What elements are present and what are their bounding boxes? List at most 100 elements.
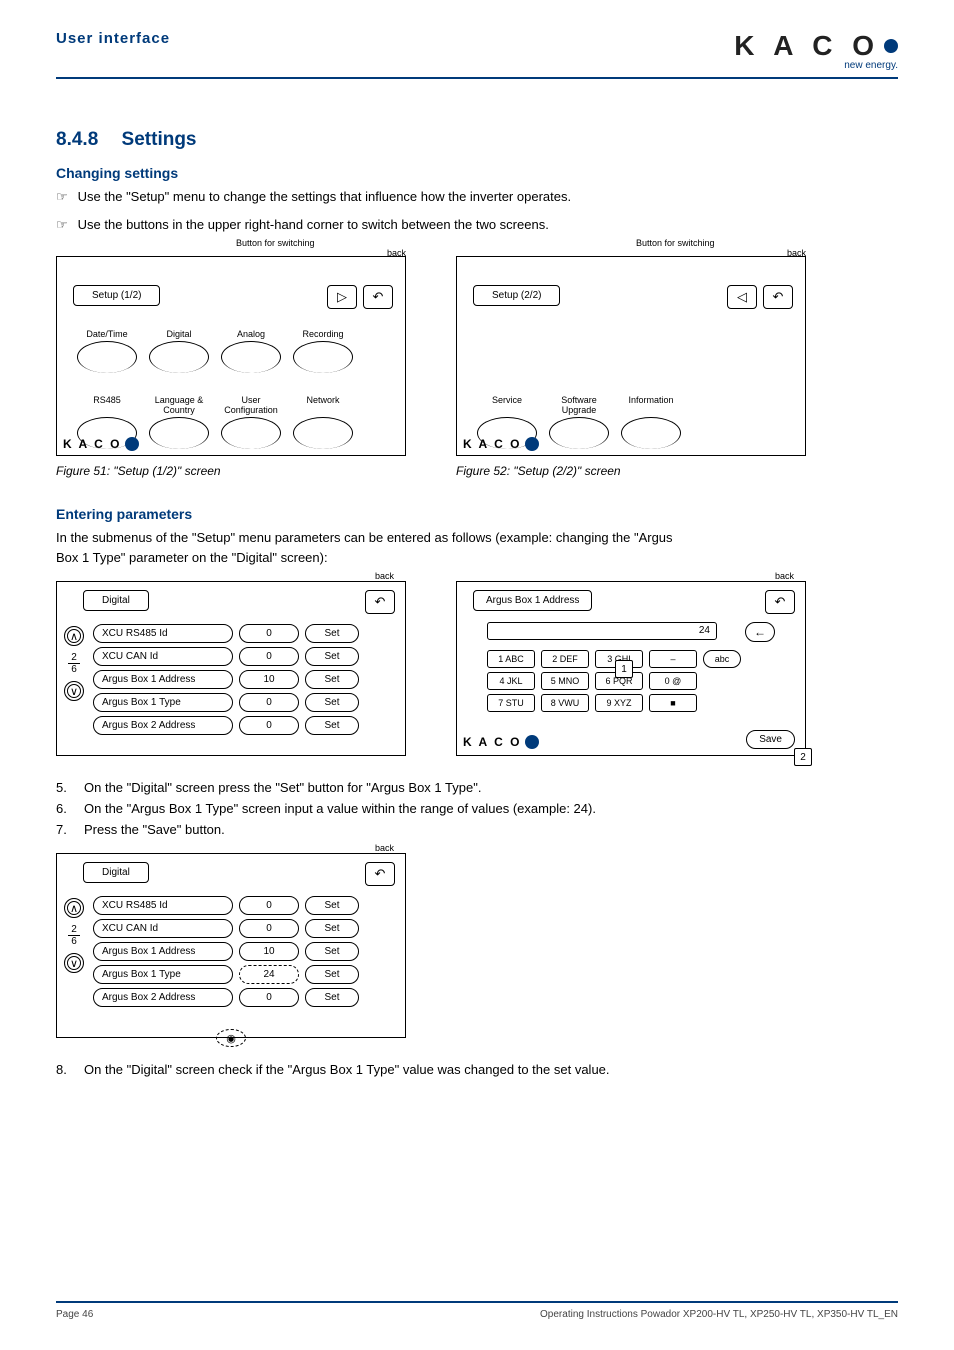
label-software: Software Upgrade xyxy=(549,395,609,415)
page-current: 2 xyxy=(68,652,80,664)
set-button[interactable]: Set xyxy=(305,624,359,643)
next-page-button[interactable]: ▷ xyxy=(327,285,357,309)
step-6-text: On the "Argus Box 1 Type" screen input a… xyxy=(84,801,596,816)
param-name: Argus Box 1 Type xyxy=(93,693,233,712)
menu-userconfig[interactable] xyxy=(221,417,281,449)
digital-panel-before: Digital ↶ ∧ 26 ∨ XCU RS485 Id0SetXCU CAN… xyxy=(56,581,406,756)
doc-title: Operating Instructions Powador XP200-HV … xyxy=(540,1309,898,1320)
param-name: XCU CAN Id xyxy=(93,919,233,938)
heading-number: 8.4.8 xyxy=(56,129,98,150)
backspace-button[interactable]: ← xyxy=(745,622,775,642)
set-button[interactable]: Set xyxy=(305,670,359,689)
subheading-entering: Entering parameters xyxy=(56,506,898,522)
heading-text: Settings xyxy=(122,129,197,150)
param-row: XCU CAN Id 0 Set xyxy=(93,647,397,666)
keypad-key[interactable]: 7 STU xyxy=(487,694,535,712)
menu-analog[interactable] xyxy=(221,341,281,373)
menu-digital[interactable] xyxy=(149,341,209,373)
brand-logo: K A C O new energy. xyxy=(734,30,898,71)
step-8: 8.On the "Digital" screen check if the "… xyxy=(56,1062,898,1077)
param-value: 0 xyxy=(239,647,299,666)
back-button[interactable]: ↶ xyxy=(363,285,393,309)
menu-recording[interactable] xyxy=(293,341,353,373)
keypad-key[interactable]: 0 @ xyxy=(649,672,697,690)
scroll-indicator: ∧ 26 ∨ xyxy=(61,626,87,701)
menu-software[interactable] xyxy=(549,417,609,449)
keypad-panel: Argus Box 1 Address ↶ 24 ← 1 ABC2 DEF3 G… xyxy=(456,581,806,756)
set-button[interactable]: Set xyxy=(305,716,359,735)
set-button[interactable]: Set xyxy=(305,965,359,984)
keypad-key[interactable]: 9 XYZ xyxy=(595,694,643,712)
figure-52-caption: Figure 52: "Setup (2/2)" screen xyxy=(456,464,806,478)
keypad-key[interactable]: 8 VWU xyxy=(541,694,589,712)
param-name: XCU CAN Id xyxy=(93,647,233,666)
back-label: back xyxy=(775,571,794,581)
subheading-changing: Changing settings xyxy=(56,165,898,181)
keypad-key[interactable]: 2 DEF xyxy=(541,650,589,668)
prev-page-button[interactable]: ◁ xyxy=(727,285,757,309)
label-information: Information xyxy=(621,395,681,415)
back-button[interactable]: ↶ xyxy=(365,590,395,614)
set-button[interactable]: Set xyxy=(305,647,359,666)
set-button[interactable]: Set xyxy=(305,919,359,938)
panel-title: Setup (1/2) xyxy=(73,285,160,306)
label-analog: Analog xyxy=(221,329,281,339)
step-7-text: Press the "Save" button. xyxy=(84,822,225,837)
page-total: 6 xyxy=(68,936,80,947)
param-row: Argus Box 2 Address0Set xyxy=(93,988,397,1007)
keypad-key[interactable]: 1 ABC xyxy=(487,650,535,668)
back-button[interactable]: ↶ xyxy=(765,590,795,614)
logo-swirl-icon xyxy=(125,437,139,451)
keypad-key[interactable]: ■ xyxy=(649,694,697,712)
param-row: Argus Box 1 Type0Set xyxy=(93,693,397,712)
page-footer: Page 46 Operating Instructions Powador X… xyxy=(56,1301,898,1320)
param-value: 10 xyxy=(239,942,299,961)
panel-logo: K A C O xyxy=(463,735,539,749)
label-service: Service xyxy=(477,395,537,415)
keypad-key[interactable]: – xyxy=(649,650,697,668)
back-button[interactable]: ↶ xyxy=(365,862,395,886)
back-button[interactable]: ↶ xyxy=(763,285,793,309)
param-name: Argus Box 1 Type xyxy=(93,965,233,984)
param-name: Argus Box 2 Address xyxy=(93,716,233,735)
page-total: 6 xyxy=(68,664,80,675)
set-button[interactable]: Set xyxy=(305,693,359,712)
menu-language[interactable] xyxy=(149,417,209,449)
down-icon[interactable]: ∨ xyxy=(64,681,84,701)
logo-swirl-icon xyxy=(525,437,539,451)
heading-settings: 8.4.8 Settings xyxy=(56,129,898,151)
up-icon[interactable]: ∧ xyxy=(64,626,84,646)
menu-datetime[interactable] xyxy=(77,341,137,373)
panel-title: Setup (2/2) xyxy=(473,285,560,306)
keypad-title: Argus Box 1 Address xyxy=(473,590,592,611)
logo-text: K A C O xyxy=(734,30,880,62)
keypad-key[interactable]: 4 JKL xyxy=(487,672,535,690)
menu-information[interactable] xyxy=(621,417,681,449)
set-button[interactable]: Set xyxy=(305,988,359,1007)
eye-icon: ◉ xyxy=(216,1029,246,1047)
down-icon[interactable]: ∨ xyxy=(64,953,84,973)
bullet-1: ☞ Use the "Setup" menu to change the set… xyxy=(56,187,898,213)
panel-logo: K A C O xyxy=(463,437,539,451)
param-row: XCU RS485 Id0Set xyxy=(93,896,397,915)
up-icon[interactable]: ∧ xyxy=(64,898,84,918)
switch-label: Button for switching xyxy=(636,238,715,248)
keypad-key[interactable]: 5 MNO xyxy=(541,672,589,690)
param-row: XCU CAN Id0Set xyxy=(93,919,397,938)
save-button[interactable]: Save xyxy=(746,730,795,749)
param-value: 0 xyxy=(239,896,299,915)
bullet-2: ☞ Use the buttons in the upper right-han… xyxy=(56,215,898,241)
menu-network[interactable] xyxy=(293,417,353,449)
set-button[interactable]: Set xyxy=(305,896,359,915)
param-row: Argus Box 1 Address10Set xyxy=(93,942,397,961)
param-value: 24 xyxy=(239,965,299,984)
param-value: 0 xyxy=(239,624,299,643)
back-label: back xyxy=(375,571,394,581)
step-5-text: On the "Digital" screen press the "Set" … xyxy=(84,780,481,795)
param-name: XCU RS485 Id xyxy=(93,624,233,643)
keypad-display: 24 xyxy=(487,622,717,640)
keypad-key[interactable]: abc xyxy=(703,650,741,668)
set-button[interactable]: Set xyxy=(305,942,359,961)
label-userconfig: User Configuration xyxy=(221,395,281,415)
param-name: Argus Box 1 Address xyxy=(93,670,233,689)
